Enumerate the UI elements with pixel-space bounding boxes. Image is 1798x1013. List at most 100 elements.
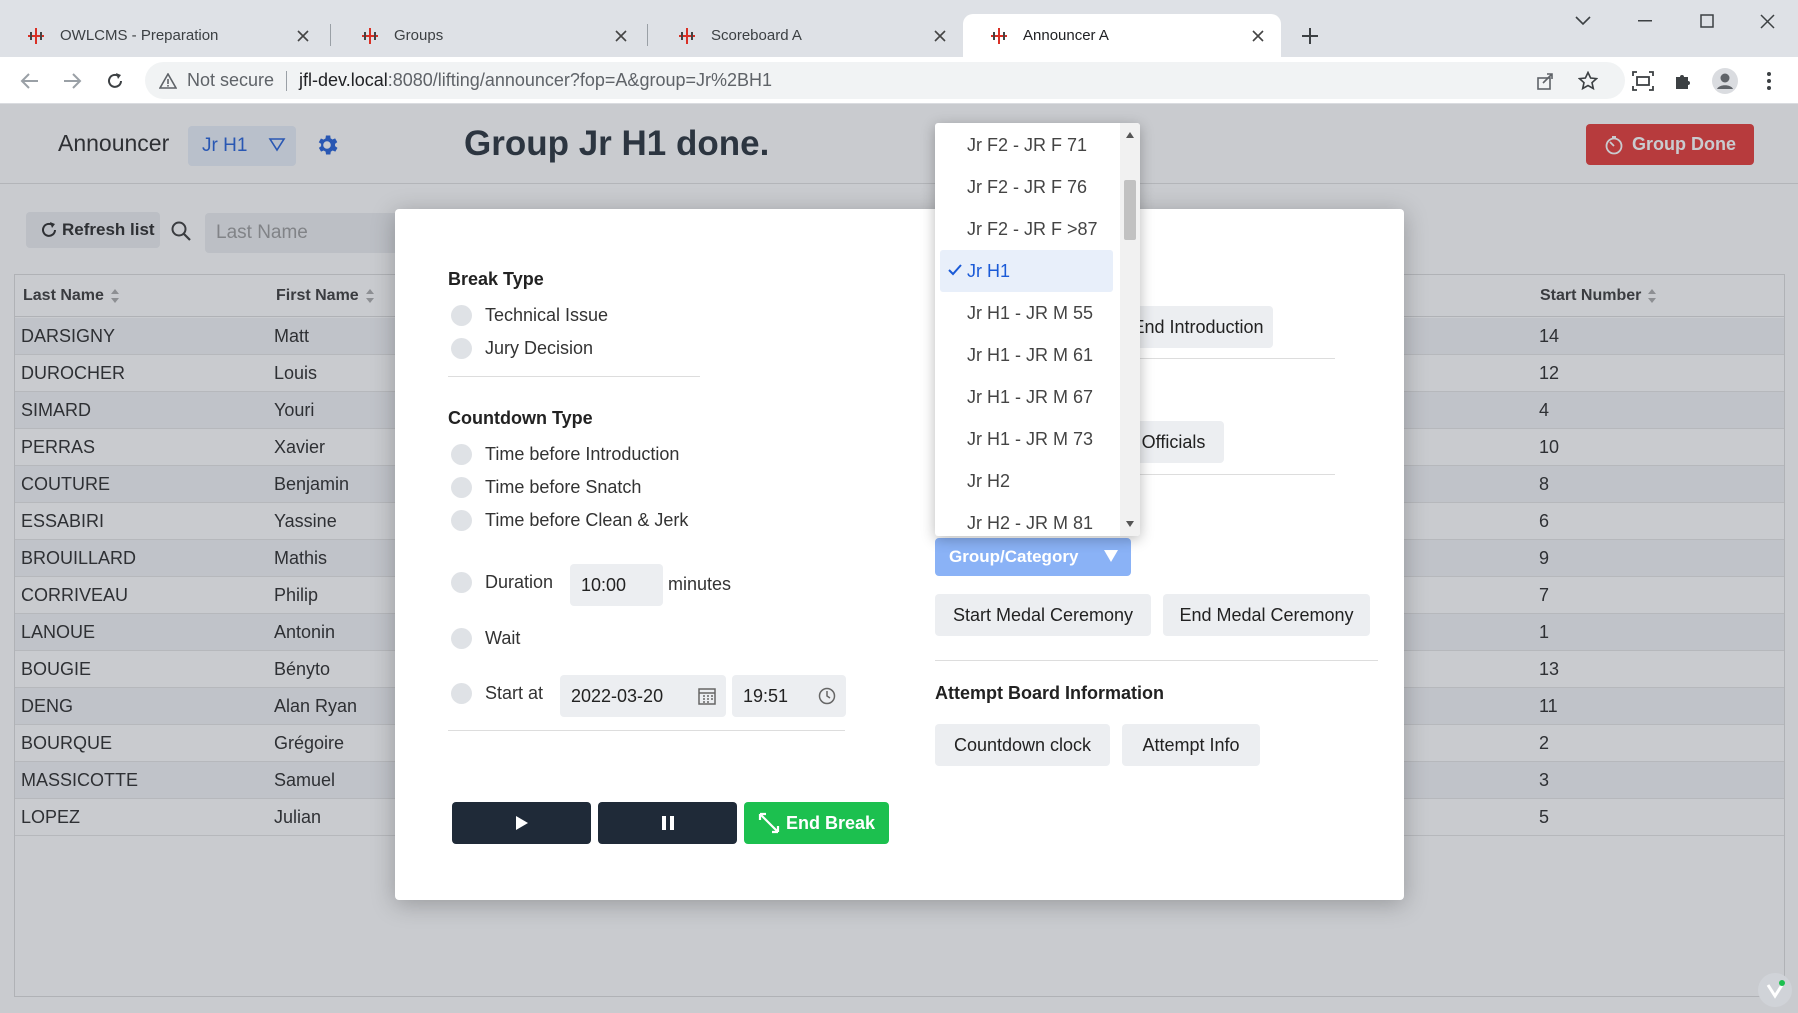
radio-button[interactable]: [451, 444, 472, 465]
dropdown-item-label: Jr H1 - JR M 67: [967, 386, 1094, 407]
profile-avatar-icon[interactable]: [1710, 66, 1740, 96]
browser-menu-icon[interactable]: [1754, 66, 1784, 96]
tab-close-icon[interactable]: [294, 27, 312, 45]
dropdown-item-label: Jr H1: [967, 260, 1011, 281]
start-time-input[interactable]: 19:51: [732, 675, 846, 717]
dropdown-item-label: Jr H1 - JR M 61: [967, 344, 1094, 365]
radio-duration[interactable]: Duration: [451, 572, 553, 593]
vaadin-devtools-icon[interactable]: [1758, 973, 1792, 1007]
divider: [448, 376, 700, 377]
owlcms-favicon-icon: [28, 27, 44, 44]
tab-close-icon[interactable]: [1249, 27, 1267, 45]
calendar-icon[interactable]: [698, 687, 716, 705]
start-medal-label: Start Medal Ceremony: [952, 604, 1134, 625]
end-break-button[interactable]: End Break: [744, 802, 889, 844]
divider: [935, 660, 1378, 661]
dropdown-item[interactable]: Jr H2: [940, 460, 1113, 502]
security-label: Not secure: [187, 70, 275, 90]
attempt-info-button[interactable]: Attempt Info: [1122, 724, 1260, 766]
start-date-input[interactable]: 2022-03-20: [560, 675, 726, 717]
radio-button[interactable]: [451, 338, 472, 359]
radio-time-before-snatch[interactable]: Time before Snatch: [451, 477, 641, 498]
dropdown-item[interactable]: Jr H1 - JR M 73: [940, 418, 1113, 460]
address-bar[interactable]: Not secure jfl-dev.local:8080/lifting/an…: [145, 62, 1625, 99]
attempt-board-title: Attempt Board Information: [935, 683, 1164, 703]
radio-button[interactable]: [451, 477, 472, 498]
officials-label: Officials: [1141, 431, 1206, 452]
end-introduction-label: End Introduction: [1132, 316, 1264, 337]
duration-input[interactable]: 10:00: [570, 564, 663, 606]
tab-title: Announcer A: [1023, 27, 1109, 44]
screen-capture-icon[interactable]: [1628, 66, 1658, 96]
owlcms-favicon-icon: [362, 27, 378, 44]
tab-search-chevron-icon[interactable]: [1560, 8, 1606, 34]
url-path: :8080/lifting/announcer?fop=A&group=Jr%2…: [387, 70, 773, 90]
radio-start-at[interactable]: Start at: [451, 683, 543, 704]
reload-icon[interactable]: [100, 66, 130, 96]
radio-time-before-introduction[interactable]: Time before Introduction: [451, 444, 679, 465]
dropdown-item[interactable]: Jr H1 - JR M 61: [940, 334, 1113, 376]
caret-down-icon: [1104, 550, 1118, 562]
tab-title: Scoreboard A: [711, 27, 802, 44]
tab-separator: [330, 24, 331, 46]
owlcms-favicon-icon: [679, 27, 695, 44]
dropdown-item[interactable]: Jr F2 - JR F >87: [940, 208, 1113, 250]
tab-close-icon[interactable]: [931, 27, 949, 45]
dropdown-item-label: Jr H2: [967, 470, 1011, 491]
new-tab-icon[interactable]: [1296, 22, 1324, 50]
radio-button[interactable]: [451, 572, 472, 593]
bookmark-star-icon[interactable]: [1573, 66, 1603, 96]
dropdown-item[interactable]: Jr F2 - JR F 71: [940, 124, 1113, 166]
dropdown-item-label: Jr F2 - JR F >87: [967, 218, 1098, 239]
tab-separator: [647, 24, 648, 46]
end-medal-label: End Medal Ceremony: [1179, 604, 1354, 625]
scrollbar-thumb[interactable]: [1124, 180, 1136, 240]
checkmark-icon: [948, 264, 962, 276]
radio-button[interactable]: [451, 628, 472, 649]
share-icon[interactable]: [1530, 66, 1560, 96]
play-icon: [515, 816, 528, 830]
radio-jury-decision[interactable]: Jury Decision: [451, 338, 593, 359]
end-medal-ceremony-button[interactable]: End Medal Ceremony: [1163, 594, 1370, 636]
duration-units: minutes: [668, 574, 732, 594]
tab-title: Groups: [394, 27, 444, 44]
start-date-value: 2022-03-20: [571, 685, 664, 706]
countdown-clock-button[interactable]: Countdown clock: [935, 724, 1110, 766]
pause-countdown-button[interactable]: [598, 802, 737, 844]
end-introduction-button[interactable]: End Introduction: [1123, 306, 1273, 348]
radio-label: Time before Snatch: [485, 477, 642, 497]
countdown-clock-label: Countdown clock: [953, 734, 1092, 755]
maximize-icon[interactable]: [1684, 8, 1730, 34]
scroll-down-arrow-icon[interactable]: [1125, 520, 1135, 528]
back-icon[interactable]: [15, 66, 45, 96]
start-medal-ceremony-button[interactable]: Start Medal Ceremony: [935, 594, 1151, 636]
radio-button[interactable]: [451, 683, 472, 704]
browser-tab[interactable]: OWLCMS - Preparation: [0, 14, 326, 57]
group-category-select[interactable]: Group/Category: [935, 538, 1131, 576]
owlcms-favicon-icon: [991, 27, 1007, 44]
dropdown-item[interactable]: Jr H2 - JR M 81: [940, 502, 1113, 536]
browser-tab[interactable]: Scoreboard A: [651, 14, 963, 57]
radio-button[interactable]: [451, 305, 472, 326]
minimize-icon[interactable]: [1622, 8, 1668, 34]
browser-tab[interactable]: Groups: [334, 14, 644, 57]
radio-wait[interactable]: Wait: [451, 628, 520, 649]
window-close-icon[interactable]: [1744, 8, 1790, 34]
radio-technical-issue[interactable]: Technical Issue: [451, 305, 608, 326]
dropdown-scrollbar[interactable]: [1120, 123, 1140, 536]
dropdown-item[interactable]: Jr H1 - JR M 67: [940, 376, 1113, 418]
dropdown-item[interactable]: Jr F2 - JR F 76: [940, 166, 1113, 208]
start-countdown-button[interactable]: [452, 802, 591, 844]
tab-close-icon[interactable]: [612, 27, 630, 45]
countdown-type-title: Countdown Type: [448, 408, 593, 428]
radio-time-before-clean-jerk[interactable]: Time before Clean & Jerk: [451, 510, 688, 531]
extensions-icon[interactable]: [1668, 66, 1698, 96]
scroll-up-arrow-icon[interactable]: [1125, 131, 1135, 139]
dropdown-item[interactable]: Jr H1: [940, 250, 1113, 292]
dropdown-item[interactable]: Jr H1 - JR M 55: [940, 292, 1113, 334]
radio-button[interactable]: [451, 510, 472, 531]
browser-tab-active[interactable]: Announcer A: [963, 14, 1281, 57]
forward-icon[interactable]: [57, 66, 87, 96]
clock-icon[interactable]: [818, 687, 836, 705]
radio-label: Time before Introduction: [485, 444, 680, 464]
